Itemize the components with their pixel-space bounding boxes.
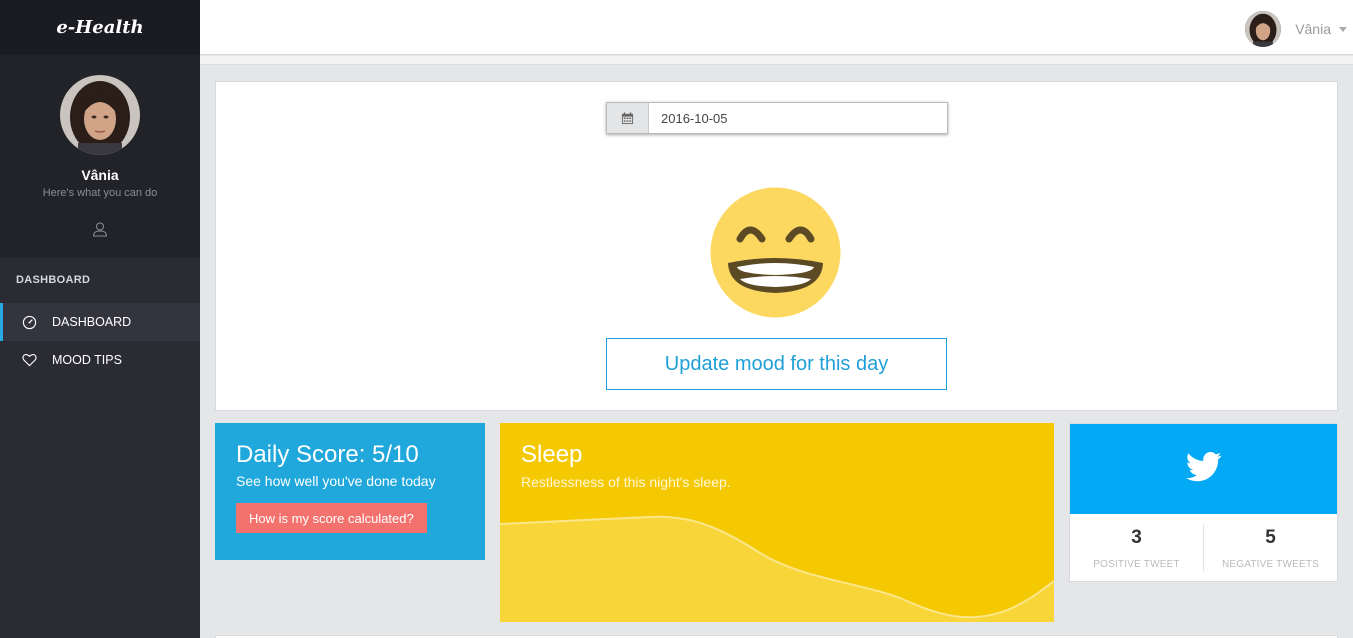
mood-panel: Update mood for this day xyxy=(215,81,1338,411)
sidebar-item-label: MOOD TIPS xyxy=(52,353,122,367)
daily-score-subtitle: See how well you've done today xyxy=(236,473,436,489)
negative-tweets-label: NEGATIVE TWEETS xyxy=(1221,558,1320,570)
nav-heading: DASHBOARD xyxy=(16,274,91,286)
dashboard-gauge-icon xyxy=(22,314,38,330)
sidebar-profile: Vânia Here's what you can do xyxy=(0,55,200,258)
sidebar-item-dashboard[interactable]: DASHBOARD xyxy=(0,303,200,341)
heart-icon xyxy=(22,352,38,368)
user-avatar xyxy=(1245,11,1282,47)
calendar-icon[interactable] xyxy=(607,103,649,133)
user-name: Vânia xyxy=(1295,21,1331,37)
negative-tweets-stat: 5 NEGATIVE TWEETS xyxy=(1203,524,1337,572)
sidebar-item-mood-tips[interactable]: MOOD TIPS xyxy=(0,341,200,379)
user-menu[interactable]: Vânia xyxy=(1245,11,1347,47)
positive-tweets-count: 3 xyxy=(1131,526,1142,548)
sidebar: e-Health Vânia Here's what you can do DA… xyxy=(0,0,200,638)
positive-tweets-label: POSITIVE TWEET xyxy=(1093,558,1180,570)
profile-name: Vânia xyxy=(81,167,119,183)
brand-logo[interactable]: e-Health xyxy=(0,0,200,55)
daily-score-card: Daily Score: 5/10 See how well you've do… xyxy=(215,423,485,560)
user-profile-icon[interactable] xyxy=(92,221,108,242)
score-info-button[interactable]: How is my score calculated? xyxy=(236,503,427,533)
sleep-restlessness-wave xyxy=(500,515,1054,622)
profile-avatar xyxy=(60,75,140,155)
date-picker[interactable] xyxy=(606,102,948,134)
twitter-card: 3 POSITIVE TWEET 5 NEGATIVE TWEETS xyxy=(1069,423,1338,582)
twitter-header[interactable] xyxy=(1070,424,1337,514)
update-mood-button[interactable]: Update mood for this day xyxy=(606,338,947,390)
positive-tweets-stat: 3 POSITIVE TWEET xyxy=(1070,514,1203,582)
twitter-stats: 3 POSITIVE TWEET 5 NEGATIVE TWEETS xyxy=(1070,514,1337,582)
sleep-subtitle: Restlessness of this night's sleep. xyxy=(521,474,731,490)
date-input[interactable] xyxy=(649,103,947,133)
sleep-title: Sleep xyxy=(521,441,583,468)
sleep-card: Sleep Restlessness of this night's sleep… xyxy=(500,423,1054,622)
daily-score-title: Daily Score: 5/10 xyxy=(236,441,419,468)
brand-title: e-Health xyxy=(56,17,144,38)
sidebar-item-label: DASHBOARD xyxy=(52,315,132,329)
chevron-down-icon xyxy=(1339,26,1347,32)
twitter-bird-icon xyxy=(1185,451,1222,487)
grinning-face-emoji-icon xyxy=(710,187,841,318)
profile-subtitle: Here's what you can do xyxy=(42,187,158,199)
negative-tweets-count: 5 xyxy=(1265,526,1276,548)
top-bar: Vânia xyxy=(200,0,1353,55)
content-header-strip xyxy=(200,56,1353,65)
